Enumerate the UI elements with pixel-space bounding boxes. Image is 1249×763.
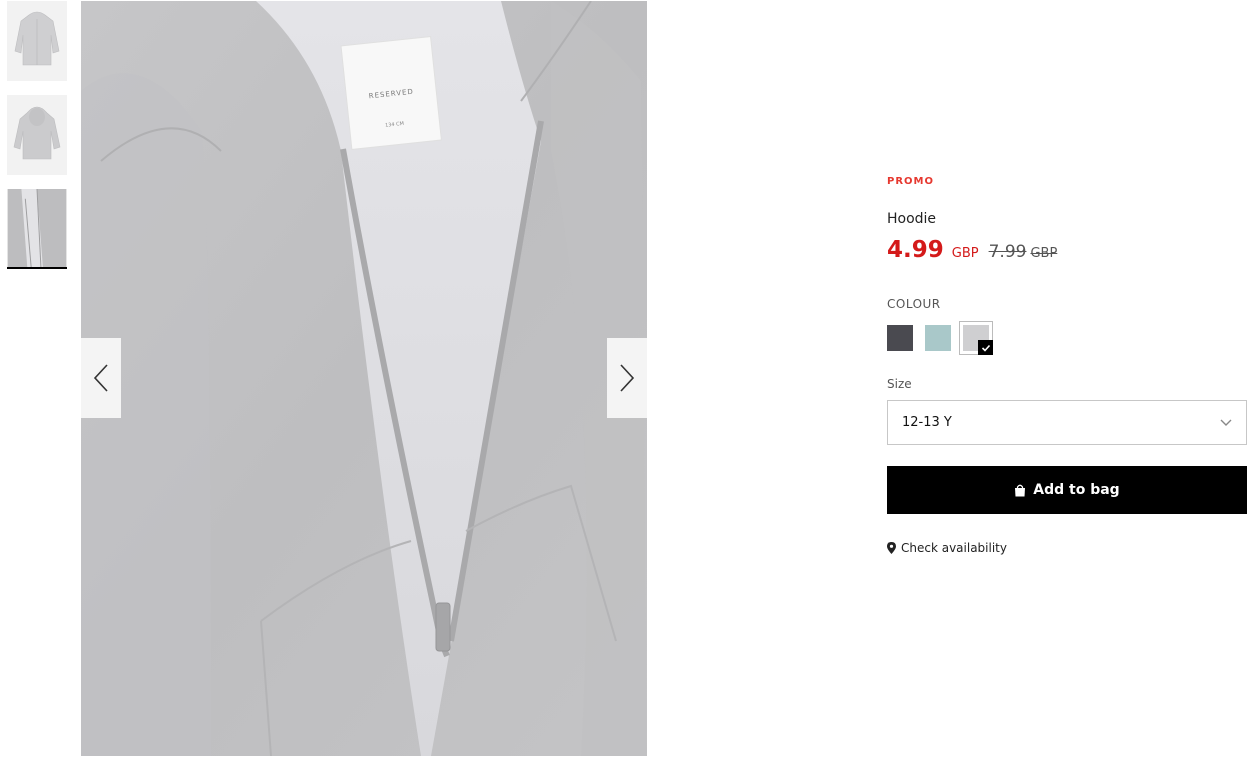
hoodie-detail-thumbnail-image: [7, 189, 67, 267]
check-availability-link[interactable]: Check availability: [887, 541, 1247, 555]
check-availability-label: Check availability: [901, 541, 1007, 555]
original-price: 7.99: [988, 242, 1027, 262]
add-to-bag-button[interactable]: Add to bag: [887, 466, 1247, 514]
price-row: 4.99 GBP 7.99 GBP: [887, 237, 1247, 263]
add-to-bag-label: Add to bag: [1033, 482, 1120, 498]
chevron-left-icon: [93, 364, 108, 392]
chevron-down-icon: [1220, 419, 1232, 427]
checkmark-icon: [981, 344, 990, 352]
original-price-currency: GBP: [1030, 246, 1058, 261]
shopping-bag-icon: [1015, 484, 1026, 496]
thumbnail-front[interactable]: [7, 1, 67, 81]
location-pin-icon: [887, 542, 896, 554]
promo-badge: PROMO: [887, 176, 934, 187]
hoodie-main-image: RESERVED 134 CM: [81, 1, 647, 756]
colour-label: COLOUR: [887, 297, 941, 311]
colour-swatches: [887, 321, 1247, 355]
size-dropdown[interactable]: 12-13 Y: [887, 400, 1247, 445]
product-title: Hoodie: [887, 211, 937, 227]
next-image-button[interactable]: [607, 338, 647, 418]
thumbnail-list: [7, 1, 67, 283]
product-info-panel: PROMO Hoodie 4.99 GBP 7.99 GBP COLOUR Si…: [887, 176, 1247, 555]
size-label: Size: [887, 377, 912, 391]
sale-price-currency: GBP: [951, 246, 979, 261]
hoodie-front-thumbnail-image: [7, 1, 67, 81]
colour-swatch-mint[interactable]: [925, 325, 951, 351]
colour-swatch-dark-grey[interactable]: [887, 325, 913, 351]
product-image-gallery: RESERVED 134 CM: [81, 1, 647, 756]
thumbnail-back[interactable]: [7, 95, 67, 175]
size-selected-value: 12-13 Y: [902, 415, 952, 430]
colour-swatch-light-grey[interactable]: [959, 321, 993, 355]
previous-image-button[interactable]: [81, 338, 121, 418]
hoodie-back-thumbnail-image: [7, 95, 67, 175]
sale-price: 4.99: [887, 237, 944, 263]
thumbnail-detail[interactable]: [7, 189, 67, 269]
chevron-right-icon: [620, 364, 635, 392]
selected-check-badge: [978, 340, 993, 355]
